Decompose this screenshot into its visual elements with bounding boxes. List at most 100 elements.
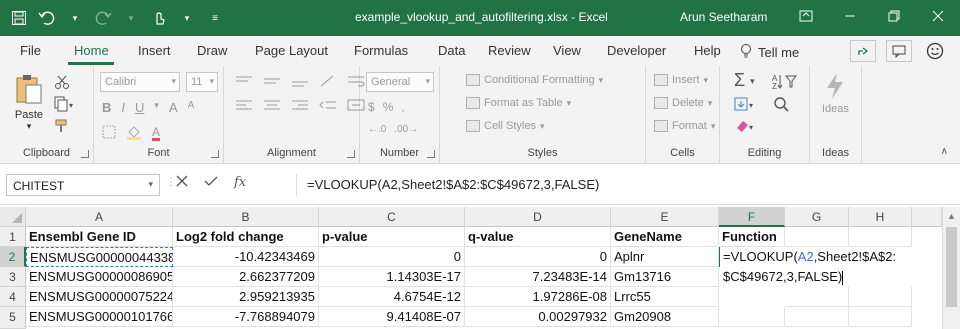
font-name-combo[interactable]: Calibri ▾ xyxy=(100,72,180,92)
tab-page-layout[interactable]: Page Layout xyxy=(255,43,328,58)
header-cell-e1[interactable]: GeneName xyxy=(611,227,719,247)
cell-h5[interactable] xyxy=(849,307,912,327)
user-name[interactable]: Arun Seetharam xyxy=(680,10,767,24)
scroll-thumb[interactable] xyxy=(946,227,957,307)
comments-icon[interactable] xyxy=(886,40,912,62)
align-middle-icon[interactable] xyxy=(262,74,282,91)
header-cell-a1[interactable]: Ensembl Gene ID xyxy=(26,227,173,247)
tab-help[interactable]: Help xyxy=(694,43,721,58)
align-top-icon[interactable] xyxy=(234,74,254,91)
row-header-5[interactable]: 5 xyxy=(0,307,26,329)
cell-c5[interactable]: 9.41408E-07 xyxy=(319,307,465,327)
paste-dropdown-icon[interactable]: ▾ xyxy=(10,121,48,132)
vertical-scrollbar[interactable]: ▲ xyxy=(942,207,960,329)
cell-e4[interactable]: Lrrc55 xyxy=(611,287,719,307)
align-right-icon[interactable] xyxy=(290,98,310,115)
tab-home[interactable]: Home xyxy=(74,43,109,58)
cell-f5[interactable] xyxy=(719,307,785,327)
increase-decimal-icon[interactable]: ←.0 xyxy=(368,124,386,135)
column-header-e[interactable]: E xyxy=(611,207,719,227)
decrease-indent-icon[interactable] xyxy=(318,98,338,115)
ideas-button[interactable]: Ideas xyxy=(822,72,849,115)
cell-a5[interactable]: ENSMUSG00000101766 xyxy=(26,307,173,327)
bold-icon[interactable]: B xyxy=(102,100,111,115)
tab-insert[interactable]: Insert xyxy=(138,43,171,58)
cancel-icon[interactable] xyxy=(176,175,188,190)
row-header-3[interactable]: 3 xyxy=(0,267,26,287)
align-bottom-icon[interactable] xyxy=(290,74,310,91)
cell-b4[interactable]: 2.959213935 xyxy=(173,287,319,307)
cell-b5[interactable]: -7.768894079 xyxy=(173,307,319,327)
cell-c2[interactable]: 0 xyxy=(319,247,465,267)
comma-style-icon[interactable]: , xyxy=(401,100,404,114)
share-icon[interactable] xyxy=(850,40,876,62)
header-cell-b1[interactable]: Log2 fold change xyxy=(173,227,319,247)
scroll-up-icon[interactable]: ▲ xyxy=(947,211,956,221)
header-cell-c1[interactable]: p-value xyxy=(319,227,465,247)
cell-styles-button[interactable]: Cell Styles ▾ xyxy=(466,120,545,132)
format-painter-icon[interactable] xyxy=(54,118,70,137)
tab-formulas[interactable]: Formulas xyxy=(354,43,408,58)
cell-b2[interactable]: -10.42343469 xyxy=(173,247,319,267)
currency-icon[interactable]: $ xyxy=(368,100,375,114)
format-as-table-button[interactable]: Format as Table ▾ xyxy=(466,97,571,109)
underline-icon[interactable]: U xyxy=(135,100,144,115)
copy-icon[interactable]: ▾ xyxy=(54,96,76,115)
column-header-h[interactable]: H xyxy=(849,207,912,227)
column-header-d[interactable]: D xyxy=(465,207,611,227)
cell-d2[interactable]: 0 xyxy=(465,247,611,267)
ribbon-display-icon[interactable] xyxy=(784,0,828,32)
cell-e5[interactable]: Gm20908 xyxy=(611,307,719,327)
paste-button[interactable]: Paste ▾ xyxy=(10,72,48,132)
sort-filter-icon[interactable]: AZ xyxy=(772,72,800,93)
font-grow-icon[interactable]: A xyxy=(169,100,178,115)
font-shrink-icon[interactable]: A xyxy=(188,100,195,115)
tab-draw[interactable]: Draw xyxy=(197,43,227,58)
align-left-icon[interactable] xyxy=(234,98,254,115)
name-box-dropdown-icon[interactable]: ▾ xyxy=(148,179,153,190)
font-launcher-icon[interactable] xyxy=(211,150,219,158)
select-all-corner[interactable] xyxy=(0,207,26,227)
cell-a2[interactable]: ENSMUSG00000044338 xyxy=(26,247,173,267)
enter-icon[interactable] xyxy=(204,175,218,190)
cell-c3[interactable]: 1.14303E-17 xyxy=(319,267,465,287)
undo-icon[interactable] xyxy=(34,6,60,30)
fill-icon[interactable]: ▾ xyxy=(734,96,756,115)
cell-d5[interactable]: 0.00297932 xyxy=(465,307,611,327)
number-launcher-icon[interactable] xyxy=(427,150,435,158)
row-header-1[interactable]: 1 xyxy=(0,227,26,247)
close-icon[interactable] xyxy=(916,0,960,32)
row-header-4[interactable]: 4 xyxy=(0,287,26,307)
column-header-c[interactable]: C xyxy=(319,207,465,227)
insert-cells-button[interactable]: Insert ▾ xyxy=(654,74,708,86)
orientation-icon[interactable] xyxy=(318,74,338,91)
cell-e2[interactable]: Aplnr xyxy=(611,247,719,267)
tab-file[interactable]: File xyxy=(20,43,41,58)
save-icon[interactable] xyxy=(6,6,32,30)
conditional-formatting-button[interactable]: Conditional Formatting ▾ xyxy=(466,74,603,86)
clear-icon[interactable]: ▾ xyxy=(734,118,756,137)
cell-a4[interactable]: ENSMUSG00000075224 xyxy=(26,287,173,307)
customize-qat-icon[interactable]: ≡ xyxy=(202,6,228,30)
redo-icon[interactable] xyxy=(90,6,116,30)
tab-developer[interactable]: Developer xyxy=(607,43,666,58)
minimize-icon[interactable] xyxy=(828,0,872,32)
delete-cells-button[interactable]: Delete ▾ xyxy=(654,97,712,109)
smiley-icon[interactable] xyxy=(922,40,948,62)
font-color-icon[interactable]: A xyxy=(152,126,161,141)
insert-function-icon[interactable]: fx xyxy=(234,175,246,190)
cell-c4[interactable]: 4.6754E-12 xyxy=(319,287,465,307)
column-header-b[interactable]: B xyxy=(173,207,319,227)
underline-dropdown-icon[interactable]: ▾ xyxy=(154,100,159,115)
name-box[interactable]: CHITEST ▾ xyxy=(6,174,160,196)
tab-data[interactable]: Data xyxy=(438,43,465,58)
undo-dropdown-icon[interactable]: ▾ xyxy=(62,6,88,30)
column-header-a[interactable]: A xyxy=(26,207,173,227)
cut-icon[interactable] xyxy=(54,74,70,93)
cell-d3[interactable]: 7.23483E-14 xyxy=(465,267,611,287)
cell-h4[interactable] xyxy=(849,287,912,307)
touch-mode-icon[interactable] xyxy=(146,6,172,30)
cell-e3[interactable]: Gm13716 xyxy=(611,267,719,287)
row-header-2[interactable]: 2 xyxy=(0,247,26,267)
find-select-icon[interactable] xyxy=(772,96,798,117)
